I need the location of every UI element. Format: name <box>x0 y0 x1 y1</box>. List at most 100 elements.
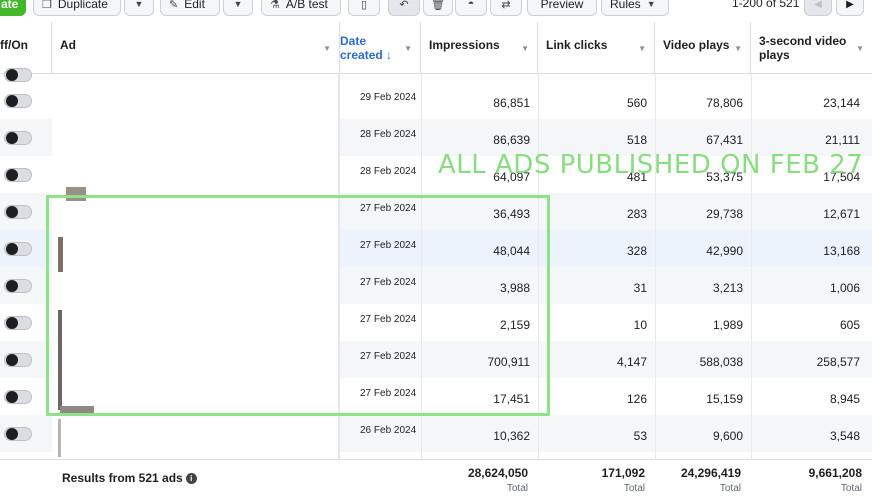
preview-button[interactable]: Preview <box>527 0 597 16</box>
annotation-label: ALL ADS PUBLISHED ON FEB 27 <box>438 150 864 180</box>
date-created-cell: 27 Feb 2024 <box>360 351 417 362</box>
pencil-icon: ✎ <box>169 0 179 11</box>
video-plays-cell: 9,600 <box>712 429 743 443</box>
prev-page-button[interactable]: ◀ <box>804 0 832 16</box>
undo-button[interactable]: ↶ <box>388 0 420 16</box>
results-footer: Results from 521 ads i 28,624,050 Total 1… <box>0 459 872 501</box>
toggle-switch[interactable] <box>4 94 32 108</box>
duplicate-dropdown-button[interactable]: ▼ <box>124 0 154 16</box>
impressions-cell: 2,159 <box>499 318 530 332</box>
date-created-cell: 28 Feb 2024 <box>360 166 417 177</box>
chevron-down-icon: ▼ <box>404 44 412 53</box>
next-page-button[interactable]: ▶ <box>836 0 864 16</box>
chevron-down-icon: ▼ <box>734 44 742 53</box>
column-header-date-created[interactable]: Date created ↓ ▼ <box>340 22 421 74</box>
video-plays-cell: 1,989 <box>712 318 743 332</box>
column-header-3-second-video-plays[interactable]: 3-second video plays ▼ <box>751 22 872 74</box>
video-plays-cell: 588,038 <box>699 355 743 369</box>
link-clicks-cell: 126 <box>626 392 647 406</box>
total-impressions: 28,624,050 Total <box>467 466 528 494</box>
date-created-cell: 27 Feb 2024 <box>360 314 417 325</box>
duplicate-button[interactable]: ❐ Duplicate <box>33 0 121 16</box>
chevron-down-icon: ▼ <box>646 0 656 9</box>
ad-name-column-redacted <box>52 74 340 459</box>
date-created-cell: 27 Feb 2024 <box>360 203 417 214</box>
toggle-switch[interactable] <box>4 353 32 367</box>
three-second-plays-cell: 1,006 <box>829 281 860 295</box>
link-clicks-cell: 560 <box>626 96 647 110</box>
speedometer-button[interactable]: ◓ <box>455 0 487 16</box>
toggle-switch[interactable] <box>4 205 32 219</box>
toggle-switch[interactable] <box>4 242 32 256</box>
video-plays-cell: 78,806 <box>706 96 743 110</box>
three-second-plays-cell: 3,548 <box>829 429 860 443</box>
column-header-onoff[interactable]: ff/On <box>0 22 52 74</box>
edit-button[interactable]: ✎ Edit <box>160 0 220 16</box>
ads-table: ff/On Ad ▼ Date created ↓ ▼ Impressions … <box>0 22 872 501</box>
transfer-icon: ⇄ <box>501 0 511 11</box>
ab-test-button[interactable]: ⚗ A/B test <box>261 0 341 16</box>
column-header-link-clicks[interactable]: Link clicks ▼ <box>538 22 655 74</box>
info-icon[interactable]: i <box>185 473 197 484</box>
video-plays-cell: 15,159 <box>706 392 743 406</box>
chevron-down-icon: ▼ <box>233 0 243 9</box>
impressions-cell: 700,911 <box>487 355 531 369</box>
toggle-switch[interactable] <box>4 279 32 293</box>
toolbar: ate ❐ Duplicate ▼ ✎ Edit ▼ ⚗ A/B test ▯ … <box>0 0 872 22</box>
create-button[interactable]: ate <box>0 0 26 16</box>
toggle-switch[interactable] <box>4 390 32 404</box>
ad-thumbnail <box>58 310 62 410</box>
toggle-switch[interactable] <box>4 427 32 441</box>
date-created-cell: 29 Feb 2024 <box>360 92 417 103</box>
column-header-ad[interactable]: Ad ▼ <box>52 22 340 74</box>
link-clicks-cell: 328 <box>626 244 647 258</box>
column-header-impressions[interactable]: Impressions ▼ <box>421 22 538 74</box>
chevron-down-icon: ▼ <box>323 44 331 53</box>
column-header-video-plays[interactable]: Video plays ▼ <box>655 22 751 74</box>
impressions-cell: 17,451 <box>493 392 530 406</box>
trash-icon: 🗑 <box>431 0 445 11</box>
three-second-plays-cell: 23,144 <box>823 96 860 110</box>
clipboard-button[interactable]: ▯ <box>348 0 380 16</box>
chevron-down-icon: ▼ <box>638 44 646 53</box>
rules-button[interactable]: Rules ▼ <box>601 0 669 16</box>
toggle-switch[interactable] <box>4 131 32 145</box>
transfer-button[interactable]: ⇄ <box>490 0 522 16</box>
edit-dropdown-button[interactable]: ▼ <box>223 0 253 16</box>
column-divider <box>751 74 752 459</box>
date-created-cell: 26 Feb 2024 <box>360 425 417 436</box>
delete-button[interactable]: 🗑 <box>423 0 453 16</box>
three-second-plays-cell: 8,945 <box>829 392 860 406</box>
toggle-switch[interactable] <box>4 316 32 330</box>
date-created-cell: 27 Feb 2024 <box>360 277 417 288</box>
link-clicks-cell: 10 <box>633 318 647 332</box>
chevron-left-icon: ◀ <box>814 0 822 10</box>
impressions-cell: 48,044 <box>493 244 530 258</box>
table-header: ff/On Ad ▼ Date created ↓ ▼ Impressions … <box>0 22 872 74</box>
undo-icon: ↶ <box>399 0 409 11</box>
date-created-cell: 28 Feb 2024 <box>360 129 417 140</box>
flask-icon: ⚗ <box>270 0 280 11</box>
speedometer-icon: ◓ <box>467 0 475 10</box>
column-divider <box>538 74 539 459</box>
column-divider <box>655 74 656 459</box>
date-created-cell: 27 Feb 2024 <box>360 240 417 251</box>
toggle-switch[interactable] <box>4 68 32 82</box>
video-plays-cell: 29,738 <box>706 207 743 221</box>
three-second-plays-cell: 12,671 <box>823 207 860 221</box>
video-plays-cell: 3,213 <box>712 281 743 295</box>
three-second-plays-cell: 605 <box>839 318 860 332</box>
video-plays-cell: 42,990 <box>706 244 743 258</box>
three-second-plays-cell: 258,577 <box>816 355 860 369</box>
pagination-range: 1-200 of 521 <box>732 0 800 10</box>
chevron-down-icon: ▼ <box>521 44 529 53</box>
chevron-right-icon: ▶ <box>846 0 854 10</box>
chevron-down-icon: ▼ <box>856 44 864 53</box>
total-3-second-video-plays: 9,661,208 Total <box>808 466 862 494</box>
link-clicks-cell: 283 <box>626 207 647 221</box>
total-video-plays: 24,296,419 Total <box>680 466 741 494</box>
impressions-cell: 86,851 <box>493 96 530 110</box>
clipboard-icon: ▯ <box>360 0 368 11</box>
toggle-switch[interactable] <box>4 168 32 182</box>
three-second-plays-cell: 13,168 <box>823 244 860 258</box>
